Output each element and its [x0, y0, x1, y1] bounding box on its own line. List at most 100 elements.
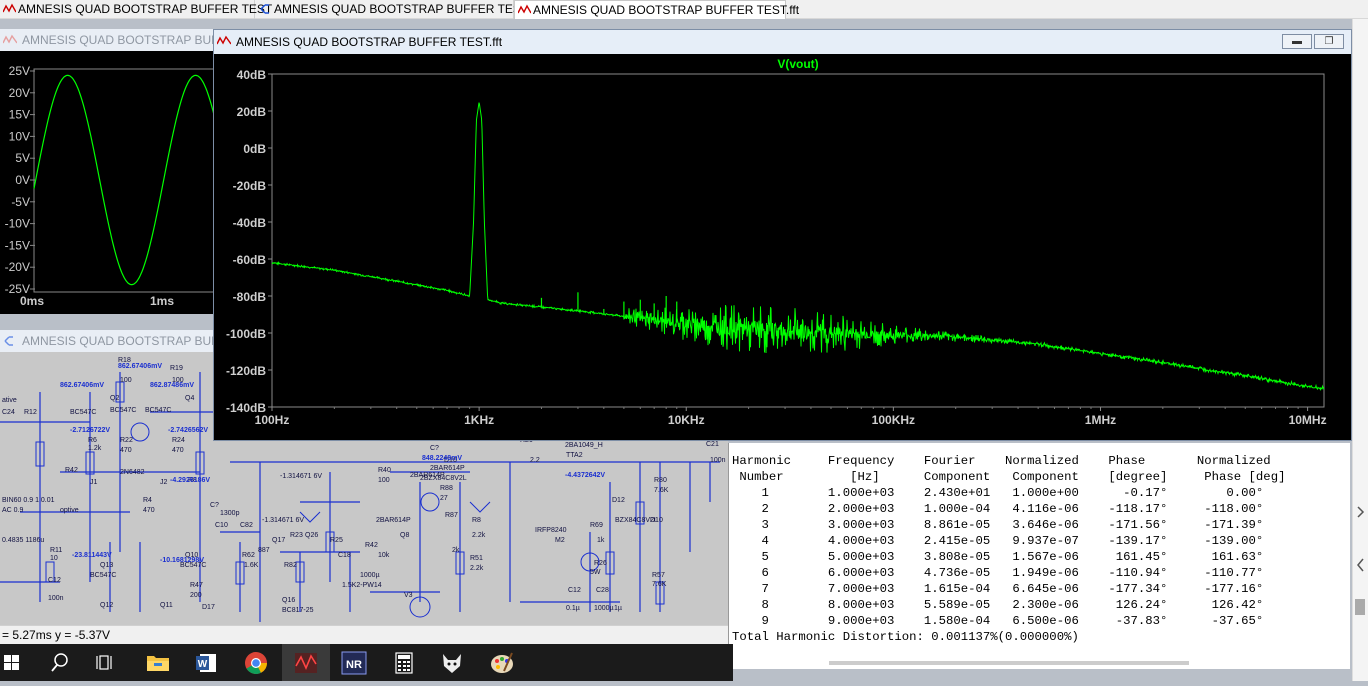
schematic-icon — [260, 4, 269, 14]
word-button[interactable]: W — [182, 644, 230, 681]
svg-text:100n: 100n — [710, 457, 726, 464]
window-titlebar[interactable]: AMNESIS QUAD BOOTSTRAP BUFFER TEST.fft ▬… — [214, 30, 1351, 54]
window-titlebar[interactable]: AMNESIS QUAD BOOTSTRAP BUFFER TEST — [0, 29, 216, 51]
svg-text:1µ: 1µ — [614, 605, 622, 612]
svg-text:862.67406mV: 862.67406mV — [118, 363, 162, 370]
restore-button[interactable]: ❐ — [1314, 34, 1344, 49]
fox-app-icon — [443, 654, 461, 673]
svg-text:R6: R6 — [88, 437, 97, 444]
harmonic-row: 8 8.000e+03 5.589e-05 2.300e-06 126.24° … — [732, 598, 1264, 612]
svg-text:-1.314671 6V: -1.314671 6V — [280, 473, 322, 480]
svg-text:R23: R23 — [290, 532, 303, 539]
window-title: AMNESIS QUAD BOOTSTRAP BUFFER TEST — [22, 33, 216, 47]
sine-trace — [33, 74, 216, 286]
y-tick-label: -20V — [5, 260, 30, 274]
svg-text:BC547C: BC547C — [110, 407, 136, 414]
svg-text:Q26: Q26 — [305, 532, 318, 539]
chrome-button[interactable] — [232, 644, 280, 681]
search-icon — [51, 653, 68, 672]
svg-text:R4: R4 — [143, 497, 152, 504]
svg-text:R42: R42 — [365, 542, 378, 549]
right-edge-panel — [1352, 19, 1368, 681]
windows-taskbar: W NR — [0, 644, 733, 681]
y-tick-label: -15V — [5, 238, 30, 252]
svg-text:100: 100 — [378, 477, 390, 484]
svg-text:D10: D10 — [650, 517, 663, 524]
svg-text:-2.7426562V: -2.7426562V — [168, 427, 208, 434]
svg-text:862.67406mV: 862.67406mV — [60, 382, 104, 389]
scroll-arrows — [1355, 506, 1365, 615]
y-tick-label: -60dB — [233, 253, 267, 267]
svg-text:R51: R51 — [470, 555, 483, 562]
svg-text:R25: R25 — [330, 537, 343, 544]
svg-text:200: 200 — [190, 592, 202, 599]
svg-text:470: 470 — [120, 447, 132, 454]
svg-text:W: W — [198, 659, 208, 670]
waveform-plot[interactable]: 25V20V15V10V5V0V-5V-10V-15V-20V-25V 0ms 1… — [0, 51, 216, 314]
y-tick-label: 0V — [15, 173, 30, 187]
svg-text:1300p: 1300p — [220, 510, 240, 517]
svg-text:R11: R11 — [50, 547, 62, 554]
svg-text:2.2: 2.2 — [530, 457, 540, 464]
nr-app-button[interactable]: NR — [330, 644, 378, 681]
ltspice-button[interactable] — [282, 644, 330, 681]
tab-waveform[interactable]: AMNESIS QUAD BOOTSTRAP BUFFER TEST — [0, 0, 272, 19]
svg-text:R24: R24 — [172, 437, 185, 444]
svg-text:0.4835 1186u: 0.4835 1186u — [2, 537, 44, 544]
x-tick-label: 100Hz — [255, 413, 290, 427]
svg-text:ative: ative — [2, 397, 17, 404]
svg-text:BC547C: BC547C — [145, 407, 171, 414]
plot-frame — [271, 73, 1325, 408]
horizontal-scrollbar[interactable] — [829, 661, 1189, 665]
minimize-button[interactable]: ▬ — [1282, 34, 1312, 49]
svg-text:27: 27 — [440, 495, 448, 502]
y-tick-label: -40dB — [233, 216, 267, 230]
calculator-button[interactable] — [380, 644, 428, 681]
waveform-window[interactable]: AMNESIS QUAD BOOTSTRAP BUFFER TEST 25V 20… — [0, 29, 216, 314]
harmonic-row: 2 2.000e+03 1.000e-04 4.116e-06 -118.17°… — [732, 502, 1264, 516]
svg-text:C21: C21 — [706, 441, 719, 448]
nr-app-icon: NR — [341, 651, 367, 675]
svg-text:Q8: Q8 — [400, 532, 409, 539]
svg-text:R87: R87 — [445, 512, 458, 519]
svg-text:1k: 1k — [597, 537, 605, 544]
fft-window[interactable]: AMNESIS QUAD BOOTSTRAP BUFFER TEST.fft ▬… — [213, 29, 1352, 441]
window-title: AMNESIS QUAD BOOTSTRAP BUFFER TEST.fft — [236, 35, 503, 49]
harmonic-row: 4 4.000e+03 2.415e-05 9.937e-07 -139.17°… — [732, 534, 1264, 548]
svg-text:R88: R88 — [440, 485, 453, 492]
svg-text:BC547C: BC547C — [90, 572, 116, 579]
chart-title: V(vout) — [777, 57, 818, 71]
paint-palette-icon — [491, 652, 513, 673]
svg-text:2k: 2k — [452, 547, 460, 554]
tab-schematic[interactable]: AMNESIS QUAD BOOTSTRAP BUFFER TEST — [256, 0, 528, 19]
svg-text:7.6K: 7.6K — [652, 581, 667, 588]
svg-text:R62: R62 — [242, 552, 255, 559]
tab-fft[interactable]: AMNESIS QUAD BOOTSTRAP BUFFER TEST.fft — [514, 0, 799, 19]
svg-text:C82: C82 — [240, 522, 253, 529]
svg-text:Q13: Q13 — [100, 562, 113, 569]
y-tick-label: 0dB — [243, 142, 266, 156]
y-tick-label: -80dB — [233, 290, 267, 304]
search-button[interactable] — [36, 644, 84, 681]
y-tick-label: 25V — [9, 64, 30, 78]
fft-trace-vout — [271, 102, 1325, 391]
svg-text:2BAR614P: 2BAR614P — [376, 517, 411, 524]
svg-text:R82: R82 — [284, 562, 297, 569]
paint-button[interactable] — [478, 644, 526, 681]
svg-text:IRFP8240: IRFP8240 — [535, 527, 567, 534]
fox-app-button[interactable] — [428, 644, 476, 681]
harmonic-row: 3 3.000e+03 8.861e-05 3.646e-06 -171.56°… — [732, 518, 1264, 532]
task-view-button[interactable] — [84, 644, 132, 681]
task-view-icon — [96, 655, 112, 670]
folder-icon — [147, 656, 169, 671]
fft-plot[interactable]: V(vout) 40dB 20dB 0dB -20dB -40dB -60dB -80dB -1… — [214, 54, 1351, 440]
file-explorer-button[interactable] — [134, 644, 182, 681]
svg-text:2BAR614P: 2BAR614P — [430, 465, 465, 472]
svg-text:1.6K: 1.6K — [244, 562, 259, 569]
harmonic-row: 6 6.000e+03 4.736e-05 1.949e-06 -110.94°… — [732, 566, 1264, 580]
svg-text:-1.314671 6V: -1.314671 6V — [262, 517, 304, 524]
harmonic-output-panel: Harmonic Frequency Fourier Normalized Ph… — [728, 443, 1350, 669]
svg-text:R22: R22 — [120, 437, 133, 444]
harmonic-header-line-2: Number [Hz] Component Component [degree]… — [732, 470, 1286, 484]
y-tick-label: 10V — [9, 129, 30, 143]
